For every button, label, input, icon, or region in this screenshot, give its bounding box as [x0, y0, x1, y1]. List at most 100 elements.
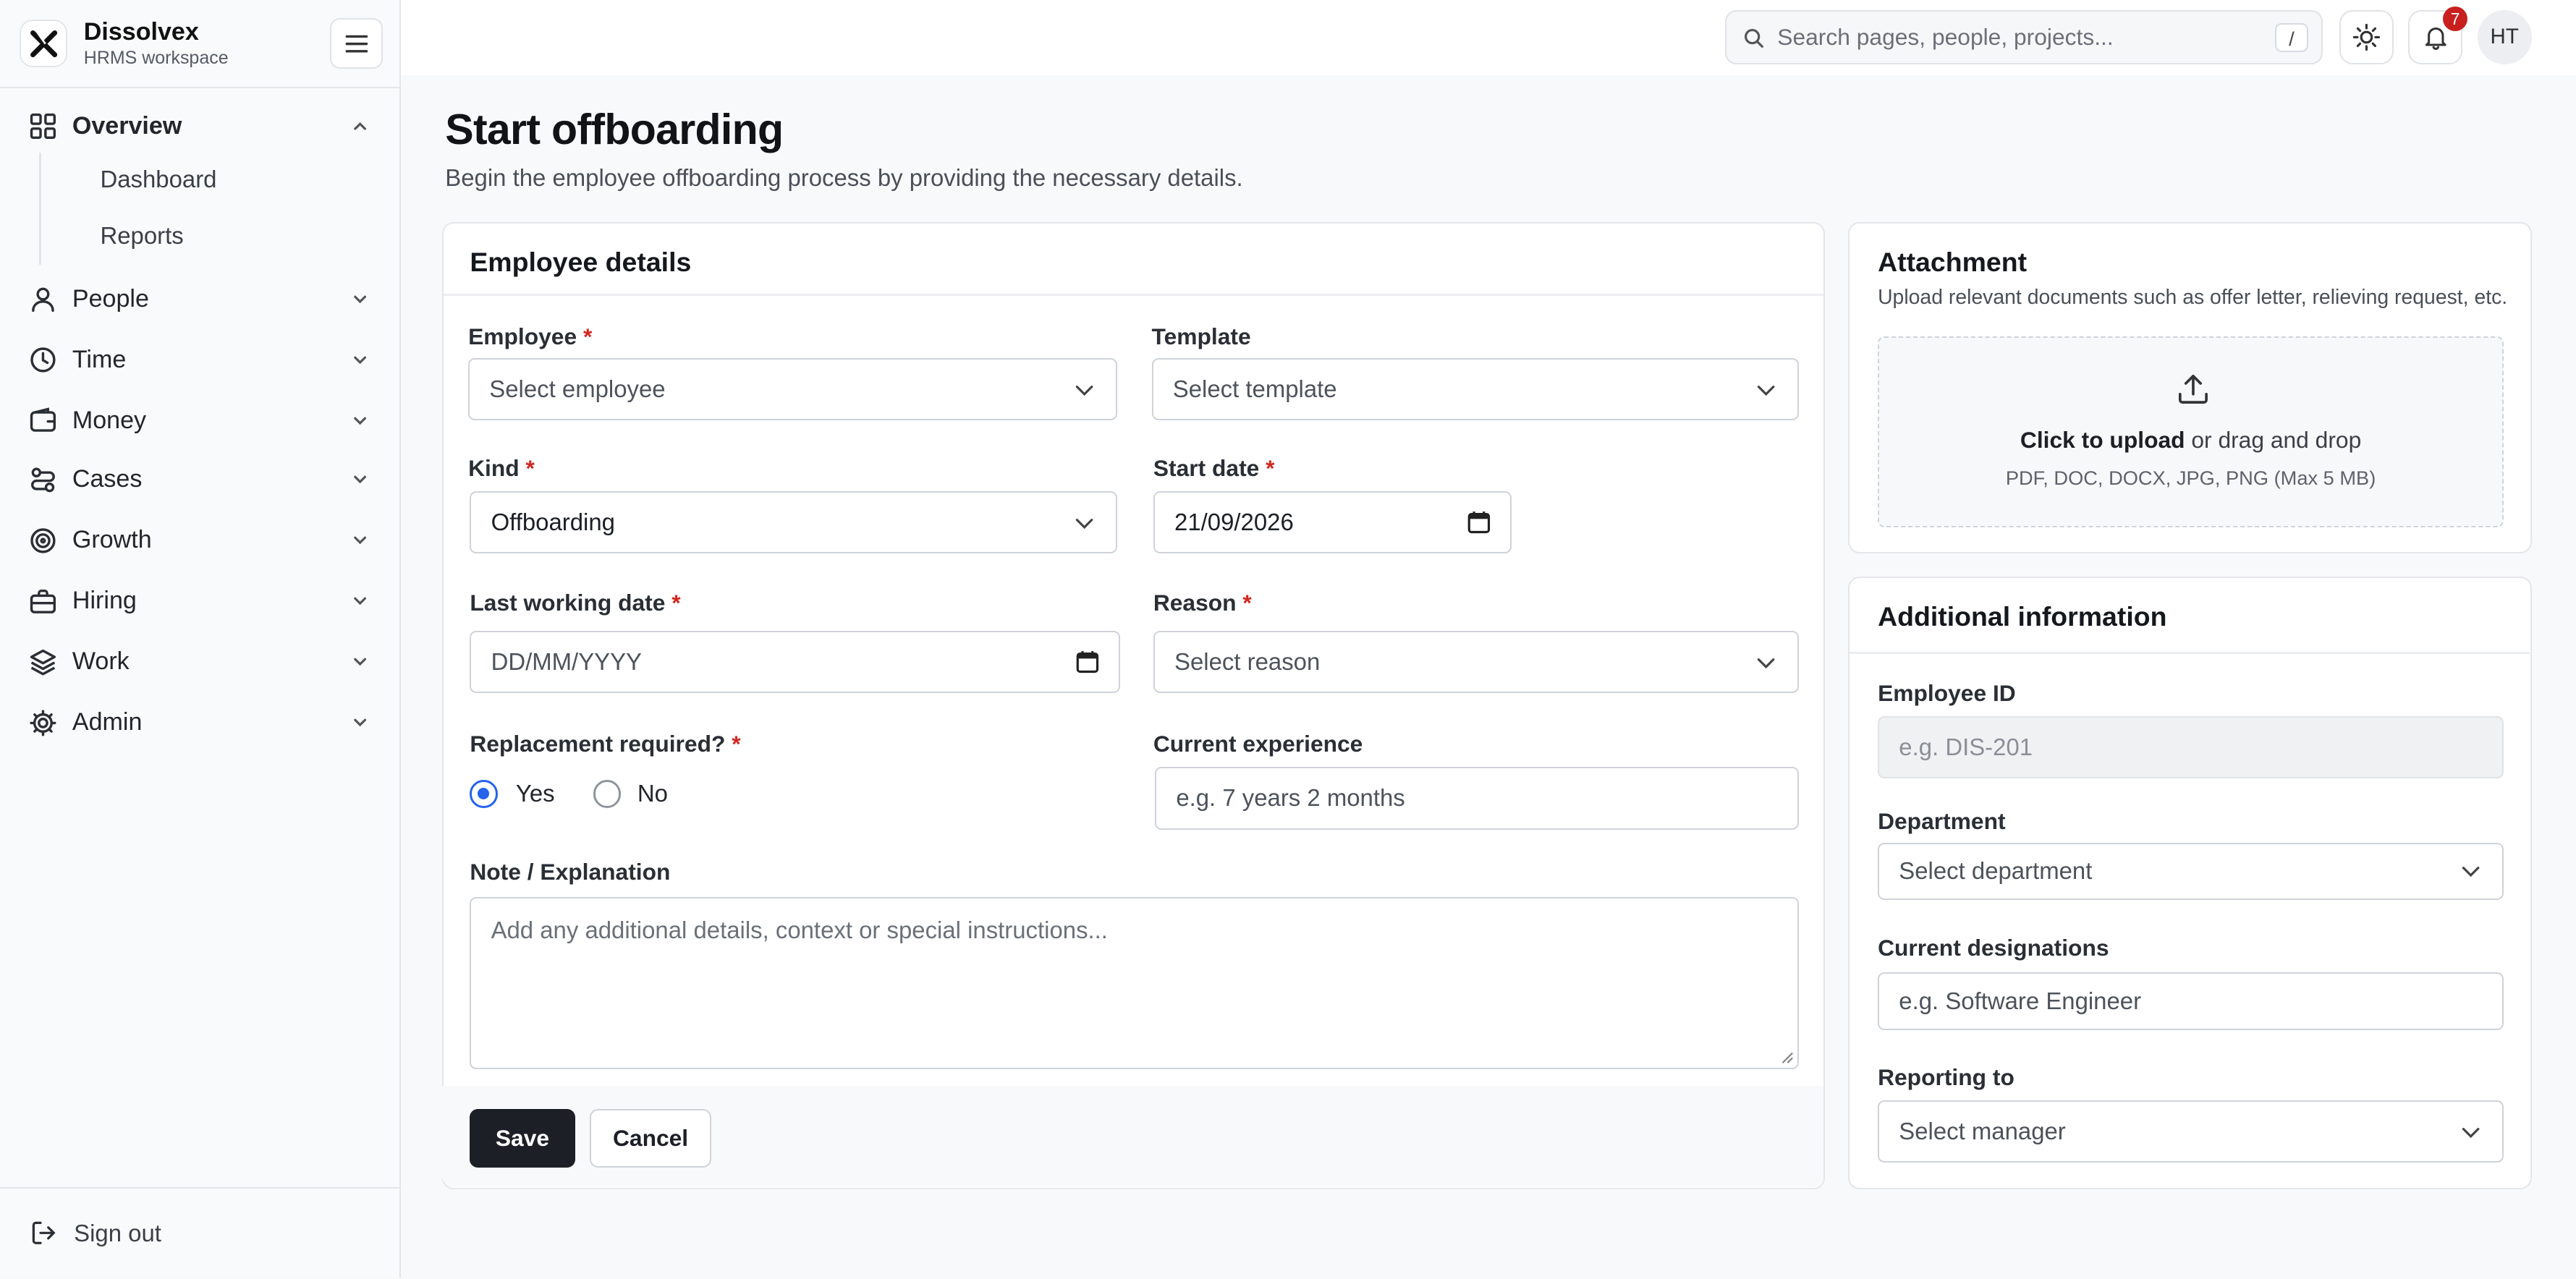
sidebar-item-people[interactable]: People — [0, 274, 399, 323]
topbar: / 7 HT — [400, 0, 2576, 76]
note-placeholder: Add any additional details, context or s… — [491, 916, 1108, 943]
upload-link[interactable]: Click to upload — [2020, 427, 2185, 453]
sidebar-item-work[interactable]: Work — [0, 637, 399, 687]
submenu-line — [39, 153, 41, 265]
sidebar-item-cases[interactable]: Cases — [0, 455, 399, 504]
avatar[interactable]: HT — [2477, 9, 2532, 64]
sidebar-item-label: People — [72, 284, 149, 313]
sidebar-item-money[interactable]: Money — [0, 396, 399, 445]
reporting-to-select[interactable]: Select manager — [1878, 1100, 2504, 1163]
reason-select[interactable]: Select reason — [1153, 630, 1800, 694]
calendar-icon — [1077, 650, 1099, 673]
required-mark: * — [525, 454, 535, 481]
replacement-yes-radio[interactable] — [470, 780, 498, 809]
layers-icon — [30, 649, 56, 675]
kind-label: Kind * — [468, 455, 535, 482]
kind-select-value: Offboarding — [491, 508, 615, 535]
template-label: Template — [1151, 323, 1251, 350]
note-textarea[interactable]: Add any additional details, context or s… — [470, 896, 1800, 1070]
employee-id-label: Employee ID — [1878, 679, 2016, 706]
sidebar-item-hiring[interactable]: Hiring — [0, 577, 399, 626]
app-root: Dissolvex HRMS workspace Overview Dashbo… — [0, 0, 2576, 1278]
reporting-to-select-value: Select manager — [1899, 1118, 2066, 1145]
page-title: Start offboarding — [445, 106, 784, 154]
user-icon — [31, 287, 54, 312]
employee-details-title: Employee details — [470, 246, 692, 277]
designation-placeholder: e.g. Software Engineer — [1899, 987, 2142, 1014]
note-label: Note / Explanation — [470, 859, 671, 885]
sidebar-item-growth[interactable]: Growth — [0, 516, 399, 565]
sidebar-item-label: Money — [72, 406, 147, 434]
upload-dropzone[interactable]: Click to upload or drag and drop PDF, DO… — [1878, 336, 2504, 527]
wallet-icon — [30, 407, 56, 432]
department-label: Department — [1878, 808, 2006, 835]
sidebar-item-label: Overview — [72, 112, 182, 140]
cases-icon — [30, 467, 55, 492]
replacement-yes-label[interactable]: Yes — [516, 780, 555, 807]
search-box[interactable]: / — [1724, 9, 2323, 64]
search-icon — [1744, 29, 1763, 48]
resize-handle-icon[interactable] — [1779, 1050, 1794, 1064]
replacement-no-label[interactable]: No — [637, 780, 668, 807]
department-select[interactable]: Select department — [1878, 842, 2504, 901]
sidebar-item-admin[interactable]: Admin — [0, 698, 399, 747]
sidebar-item-label: Work — [72, 647, 130, 676]
search-shortcut-key: / — [2275, 22, 2308, 53]
notification-badge: 7 — [2443, 7, 2468, 32]
chevron-down-icon — [2462, 1128, 2480, 1139]
last-working-date-label-text: Last working date — [470, 590, 666, 616]
theme-toggle-button[interactable] — [2339, 9, 2394, 64]
search-input[interactable] — [1777, 21, 2254, 54]
replacement-label-text: Replacement required? — [470, 731, 726, 757]
required-mark: * — [1242, 590, 1252, 616]
chevron-down-icon — [1758, 658, 1775, 668]
required-mark: * — [1266, 454, 1275, 481]
last-working-date-placeholder: DD/MM/YYYY — [491, 647, 642, 675]
required-mark: * — [582, 323, 593, 350]
sidebar-subitem-reports[interactable]: Reports — [100, 222, 183, 250]
chevron-down-icon — [1758, 385, 1775, 396]
brand-header: Dissolvex HRMS workspace — [0, 0, 399, 89]
chevron-down-icon — [353, 658, 366, 666]
attachment-title: Attachment — [1878, 246, 2028, 277]
chevron-down-icon — [353, 536, 366, 545]
last-working-date-input[interactable]: DD/MM/YYYY — [470, 630, 1121, 694]
start-date-value: 21/09/2026 — [1174, 508, 1294, 535]
employee-select-value: Select employee — [489, 375, 666, 403]
sidebar-item-overview[interactable]: Overview — [0, 102, 399, 151]
chevron-down-icon — [1075, 518, 1093, 529]
replacement-no-radio[interactable] — [593, 780, 622, 809]
brand-subtitle: HRMS workspace — [83, 47, 229, 68]
employee-select[interactable]: Select employee — [468, 357, 1117, 421]
required-mark: * — [671, 590, 681, 616]
designation-input[interactable]: e.g. Software Engineer — [1878, 972, 2504, 1030]
sidebar-toggle-button[interactable] — [330, 17, 383, 69]
cancel-button[interactable]: Cancel — [590, 1108, 712, 1168]
card-divider — [1850, 652, 2530, 654]
kind-select[interactable]: Offboarding — [470, 490, 1117, 554]
card-divider — [444, 294, 1824, 296]
upload-formats: PDF, DOC, DOCX, JPG, PNG (Max 5 MB) — [2005, 466, 2376, 489]
chevron-down-icon — [353, 718, 366, 727]
employee-label: Employee * — [468, 323, 592, 350]
replacement-label: Replacement required? * — [470, 731, 740, 757]
start-date-input[interactable]: 21/09/2026 — [1153, 490, 1512, 554]
sidebar-item-time[interactable]: Time — [0, 335, 399, 384]
current-experience-input[interactable]: e.g. 7 years 2 months — [1155, 767, 1800, 830]
sidebar-item-label: Cases — [72, 465, 143, 493]
save-button[interactable]: Save — [470, 1108, 575, 1168]
employee-label-text: Employee — [468, 323, 577, 350]
chevron-down-icon — [353, 475, 366, 484]
sidebar-item-label: Time — [72, 345, 127, 373]
brand-name: Dissolvex — [83, 17, 199, 46]
sidebar-item-label: Growth — [72, 526, 152, 554]
sidebar-subitem-dashboard[interactable]: Dashboard — [100, 166, 216, 193]
page-subtitle: Begin the employee offboarding process b… — [445, 164, 1243, 192]
sign-out-button[interactable]: Sign out — [30, 1215, 161, 1252]
sidebar-footer: Sign out — [0, 1187, 399, 1279]
current-experience-placeholder: e.g. 7 years 2 months — [1176, 784, 1405, 812]
template-select[interactable]: Select template — [1151, 357, 1800, 421]
reporting-to-label: Reporting to — [1878, 1064, 2014, 1091]
sign-out-icon — [32, 1222, 56, 1245]
grid-icon — [30, 114, 56, 140]
